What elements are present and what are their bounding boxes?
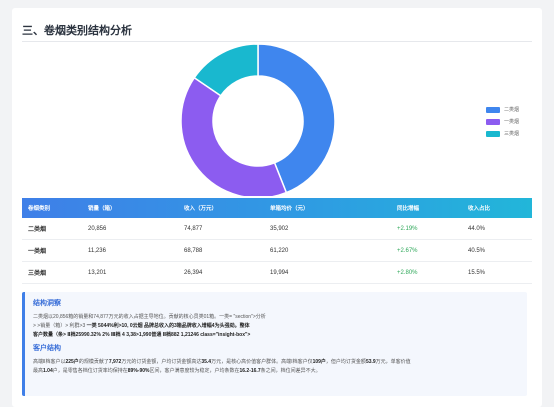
insight-highlight: 7,972 xyxy=(108,359,122,365)
insight-highlight: 1.04 xyxy=(43,368,53,374)
chart-legend: 二类烟 一类烟 三类烟 xyxy=(486,104,519,140)
insight-line: 客户数量（条> Ⅱ档25990.32% 2% Ⅲ档 4 3,38>1,990普通… xyxy=(33,331,519,340)
table-cell: +2.80% xyxy=(397,269,418,276)
table-cell: 74,877 xyxy=(184,225,203,232)
insight-highlight: 35.4 xyxy=(201,359,212,365)
table-cell: 68,788 xyxy=(184,247,203,254)
insight-text: 区间，客户满意度较为稳定，户均条数在 xyxy=(149,368,240,374)
legend-label: 一类烟 xyxy=(504,119,520,125)
table-cell: 二类烟 xyxy=(28,227,47,233)
table-cell: 61,220 xyxy=(270,247,289,254)
insight-line: 高端Ⅱ档客户以225户的规模贡献了7,972万元的订货金额，户均订货金额高达35… xyxy=(33,358,519,367)
donut-chart xyxy=(180,44,336,196)
table-cell: 44.0% xyxy=(468,225,486,232)
insight-highlight: 16.2-16.7 xyxy=(239,368,261,374)
table-header-cell: 收入（万元） xyxy=(184,206,218,212)
table-cell: 35,902 xyxy=(270,225,289,232)
insight-highlight: 109户 xyxy=(312,359,326,365)
table-row: 二类烟 20,856 74,877 35,902 +2.19% 44.0% xyxy=(22,218,532,240)
insight-highlight: 客户数量（条> Ⅱ档25990.32% 2% Ⅲ档 4 3,38>1,990普通… xyxy=(33,332,251,338)
insight-text: 万元，是核心高价值客户群体。高端Ⅰ档客户仅 xyxy=(211,359,313,365)
table-header-cell: 同比增幅 xyxy=(397,206,420,212)
insight-text: 万元的订货金额，户均订货金额高达 xyxy=(121,359,202,365)
section-title: 三、卷烟类别结构分析 xyxy=(22,25,132,37)
insight-text: 高端Ⅱ档客户以 xyxy=(33,359,66,365)
insight-text: 户，是零售各档位订货率均保持在 xyxy=(52,368,128,374)
table-row: 一类烟 11,236 68,788 61,220 +2.67% 40.5% xyxy=(22,240,532,262)
table-cell: 一类烟 xyxy=(28,249,47,255)
table-cell: 13,201 xyxy=(88,269,107,276)
insight-box: 结构洞察 二类烟以20,856箱的销量和74,877万元的收入占据主导地位。贡献… xyxy=(22,292,527,396)
table-header-cell: 收入占比 xyxy=(468,206,491,212)
content-card: 三、卷烟类别结构分析 二类烟 一类烟 三类烟 卷烟类别 销量（箱） 收入（万元） 单… xyxy=(12,8,542,407)
insight-title: 结构洞察 xyxy=(33,300,61,307)
table-cell: +2.19% xyxy=(397,225,418,232)
insight-text: 条之间，档位间差异不大。 xyxy=(260,368,321,374)
legend-label: 二类烟 xyxy=(504,107,520,113)
legend-item[interactable]: 一类烟 xyxy=(486,116,519,127)
insight-line: 最高1.04户，是零售各档位订货率均保持在89%-90%区间，客户满意度较为稳定… xyxy=(33,367,519,376)
legend-label: 三类烟 xyxy=(504,131,520,137)
table-cell: 11,236 xyxy=(88,247,106,254)
insight-text: 的规模贡献了 xyxy=(78,359,109,365)
table-cell: 三类烟 xyxy=(28,271,47,277)
table-cell: 19,994 xyxy=(270,269,289,276)
legend-item[interactable]: 二类烟 xyxy=(486,104,519,115)
legend-swatch xyxy=(486,130,500,137)
table-row: 三类烟 13,201 26,394 19,994 +2.80% 15.5% xyxy=(22,262,532,284)
insight-text: > >销量（箱）> 利群>3 xyxy=(33,323,87,329)
insight-highlight: 53.9 xyxy=(365,359,376,365)
table-cell: 15.5% xyxy=(468,269,486,276)
table-header-cell: 销量（箱） xyxy=(88,206,116,212)
table-header-row: 卷烟类别 销量（箱） 收入（万元） 单箱均价（元） 同比增幅 收入占比 xyxy=(22,198,532,218)
legend-swatch xyxy=(486,106,500,113)
insight-highlight: 89%-90% xyxy=(127,368,150,374)
insight-text: 万元，单客价值 xyxy=(375,359,411,365)
table-cell: +2.67% xyxy=(397,247,418,254)
table-cell: 40.5% xyxy=(468,247,486,254)
table-cell: 20,856 xyxy=(88,225,107,232)
insight-text: ，但户均订货金额 xyxy=(325,359,366,365)
insight-line: > >销量（箱）> 利群>3 一类 5044%利>10, 0云烟 品牌总收入的3… xyxy=(33,322,519,331)
insight-highlight: 一类 5044%利>10, 0云烟 品牌总收入的3箱品牌收入增幅4为头强劲。整体 xyxy=(86,323,250,329)
donut-slice-2[interactable] xyxy=(180,76,288,196)
title-divider xyxy=(22,41,532,42)
table-header-cell: 卷烟类别 xyxy=(28,206,51,212)
table-cell: 26,394 xyxy=(184,269,203,276)
insight-text: 最高 xyxy=(33,368,44,374)
customer-structure-title: 客户结构 xyxy=(33,345,61,352)
legend-swatch xyxy=(486,118,500,125)
table-header-cell: 单箱均价（元） xyxy=(270,206,309,212)
insight-line: 二类烟以20,856箱的销量和74,877万元的收入占据主导地位。贡献的核心员类… xyxy=(33,314,266,320)
legend-item[interactable]: 三类烟 xyxy=(486,128,519,139)
category-table: 卷烟类别 销量（箱） 收入（万元） 单箱均价（元） 同比增幅 收入占比 二类烟 … xyxy=(22,198,532,284)
insight-highlight: 225户 xyxy=(65,359,79,365)
